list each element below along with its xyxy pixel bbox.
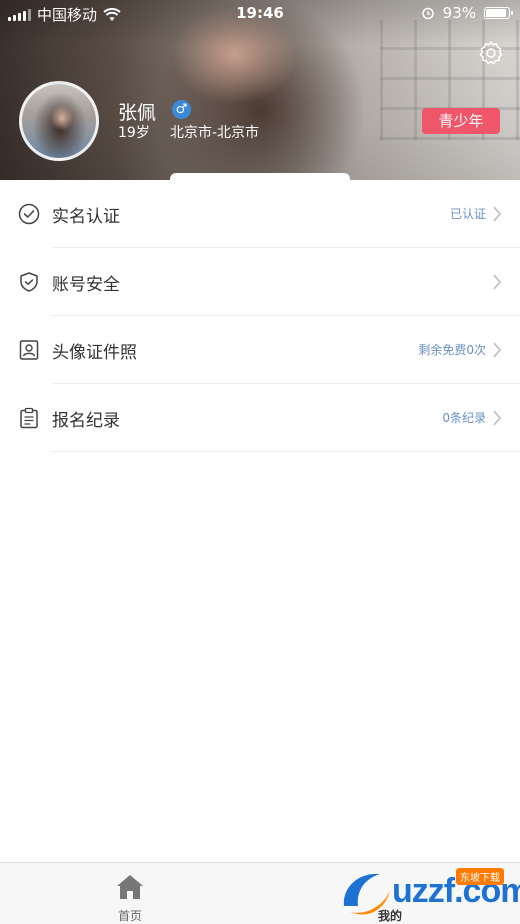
check-circle-icon <box>18 203 40 225</box>
watermark-logo: uzzf.com 东坡下载 <box>336 866 520 920</box>
chevron-right-icon <box>493 206 501 222</box>
menu-item-label: 实名认证 <box>52 207 120 227</box>
alarm-icon <box>421 7 434 20</box>
tab-label: 首页 <box>117 909 142 923</box>
menu-item-real-name[interactable]: 实名认证 已认证 <box>0 180 520 248</box>
status-right: 93% <box>421 4 513 22</box>
male-gender-icon: ♂ <box>172 100 191 119</box>
battery-fill <box>486 9 507 17</box>
id-photo-icon <box>19 340 39 360</box>
header-notch <box>170 173 350 183</box>
tab-home[interactable]: 首页 <box>70 863 190 924</box>
menu-item-account-security[interactable]: 账号安全 <box>0 248 520 316</box>
user-name: 张佩 <box>118 102 157 124</box>
watermark-badge: 东坡下载 <box>456 868 504 885</box>
status-bar: 中国移动 19:46 93% <box>0 0 520 26</box>
menu-item-value: 已认证 <box>449 207 486 221</box>
battery-percent: 93% <box>442 4 476 22</box>
menu-item-label: 报名纪录 <box>52 411 120 431</box>
shield-icon <box>20 272 38 292</box>
menu-item-registration-records[interactable]: 报名纪录 0条纪录 <box>0 384 520 452</box>
teen-badge: 青少年 <box>422 108 500 134</box>
home-icon <box>117 875 143 899</box>
menu-item-value: 剩余免费0次 <box>418 343 486 357</box>
avatar[interactable] <box>19 81 99 161</box>
user-age: 19岁 <box>118 125 150 141</box>
chevron-right-icon <box>493 342 501 358</box>
chevron-right-icon <box>493 274 501 290</box>
divider <box>52 451 520 452</box>
menu-item-label: 头像证件照 <box>52 343 137 363</box>
battery-icon <box>484 7 513 19</box>
clipboard-icon <box>20 407 38 429</box>
settings-menu: 实名认证 已认证 账号安全 头像证件照 剩余免费0次 报名纪录 0条纪录 <box>0 180 520 452</box>
watermark-swoosh-icon <box>343 873 390 915</box>
menu-item-id-photo[interactable]: 头像证件照 剩余免费0次 <box>0 316 520 384</box>
menu-item-label: 账号安全 <box>52 275 120 295</box>
menu-item-value: 0条纪录 <box>442 411 486 425</box>
user-location: 北京市-北京市 <box>170 125 260 141</box>
settings-gear-icon[interactable] <box>478 40 504 66</box>
chevron-right-icon <box>493 410 501 426</box>
